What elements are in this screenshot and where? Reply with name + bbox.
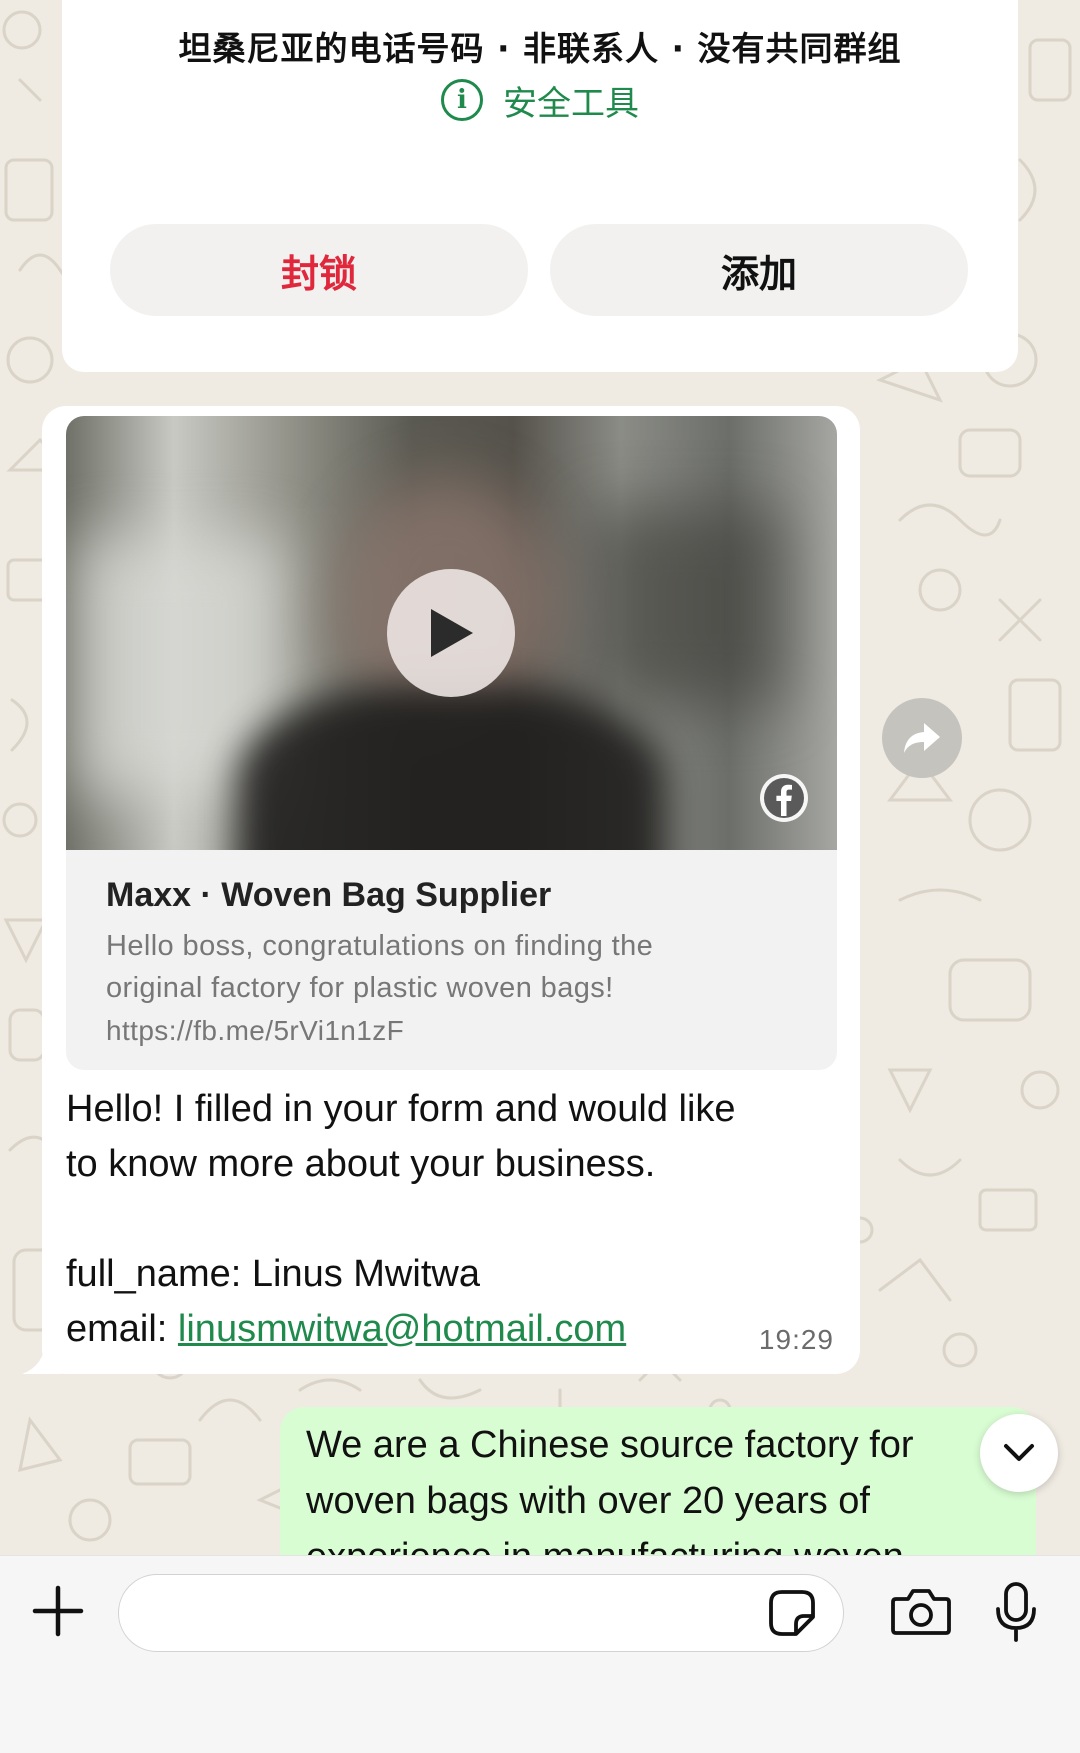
message-text: Hello! I filled in your form and would l…: [66, 1088, 736, 1350]
message-composer: [0, 1555, 1080, 1753]
message-input[interactable]: [118, 1574, 844, 1652]
contact-info-line: 坦桑尼亚的电话号码 · 非联系人 · 没有共同群组: [178, 29, 902, 68]
forward-button[interactable]: [882, 698, 962, 778]
chat-screen: 坦桑尼亚的电话号码 · 非联系人 · 没有共同群组 i 安全工具 封锁 添加 M…: [0, 0, 1080, 1753]
email-link[interactable]: linusmwitwa@hotmail.com: [178, 1308, 626, 1350]
safety-tools-label: 安全工具: [503, 83, 639, 124]
block-button[interactable]: 封锁: [110, 224, 528, 316]
microphone-button[interactable]: [990, 1580, 1042, 1644]
unknown-contact-card: 坦桑尼亚的电话号码 · 非联系人 · 没有共同群组 i 安全工具 封锁 添加: [62, 0, 1018, 372]
preview-url: https://fb.me/5rVi1n1zF: [106, 1015, 405, 1046]
play-icon: [431, 609, 473, 657]
camera-button[interactable]: [888, 1585, 954, 1639]
camera-icon: [891, 1589, 951, 1635]
safety-tools-link[interactable]: i 安全工具: [62, 76, 1018, 124]
scroll-to-bottom-button[interactable]: [980, 1414, 1058, 1492]
facebook-icon: [760, 774, 808, 822]
preview-title: Maxx · Woven Bag Supplier: [106, 876, 552, 914]
video-thumbnail[interactable]: [66, 416, 837, 850]
incoming-message-bubble[interactable]: Maxx · Woven Bag Supplier Hello boss, co…: [42, 406, 860, 1374]
chevron-down-icon: [1004, 1444, 1034, 1461]
message-timestamp: 19:29: [758, 1324, 834, 1355]
add-contact-button[interactable]: 添加: [550, 224, 968, 316]
link-preview[interactable]: Maxx · Woven Bag Supplier Hello boss, co…: [66, 850, 837, 1070]
preview-description: Hello boss, congratulations on finding t…: [106, 930, 654, 1004]
microphone-icon: [996, 1582, 1036, 1642]
sticker-button[interactable]: [766, 1587, 818, 1639]
forward-icon: [904, 723, 940, 753]
info-icon: i: [441, 79, 483, 121]
sticker-icon: [769, 1590, 815, 1636]
play-button[interactable]: [387, 569, 515, 697]
plus-icon: [32, 1585, 84, 1637]
attach-button[interactable]: [30, 1583, 86, 1639]
